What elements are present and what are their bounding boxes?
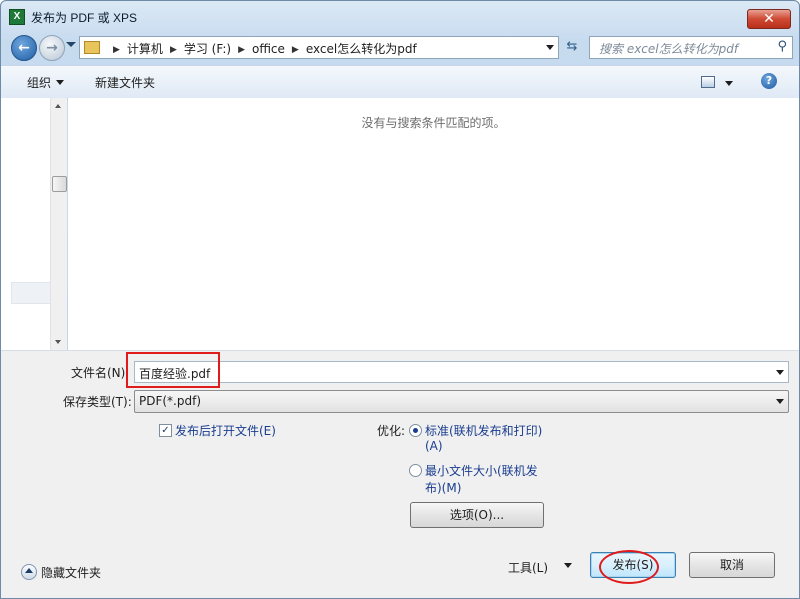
open-after-publish-checkbox[interactable]: ✓: [159, 424, 172, 437]
cancel-button[interactable]: 取消: [689, 552, 775, 578]
scroll-down-icon[interactable]: [55, 340, 61, 344]
close-button[interactable]: ✕: [747, 9, 791, 29]
refresh-icon[interactable]: ⇆: [561, 37, 583, 57]
excel-icon: X: [9, 9, 25, 25]
chevron-down-icon[interactable]: [564, 563, 572, 568]
filetype-value: PDF(*.pdf): [139, 394, 202, 408]
chevron-down-icon[interactable]: [776, 370, 784, 375]
navigation-pane-item[interactable]: [11, 282, 51, 304]
breadcrumb-item-office[interactable]: office: [252, 42, 285, 56]
hide-folders-label[interactable]: 隐藏文件夹: [41, 564, 101, 581]
back-button[interactable]: ←: [11, 35, 37, 61]
folder-icon: [84, 41, 100, 54]
breadcrumb-item-computer[interactable]: 计算机: [127, 40, 163, 57]
forward-button[interactable]: →: [39, 35, 65, 61]
optimize-standard-label-line2[interactable]: (A): [425, 439, 443, 453]
search-placeholder: 搜索 excel怎么转化为pdf: [599, 42, 739, 56]
highlight-annotation: [599, 550, 659, 584]
title-bar: X 发布为 PDF 或 XPS ✕: [1, 1, 799, 31]
scroll-up-icon[interactable]: [55, 104, 61, 108]
organize-menu[interactable]: 组织: [27, 74, 65, 91]
open-after-publish-label[interactable]: 发布后打开文件(E): [175, 422, 276, 439]
chevron-down-icon[interactable]: [776, 399, 784, 404]
search-icon[interactable]: ⚲: [777, 39, 787, 54]
empty-message: 没有与搜索条件匹配的项。: [361, 116, 506, 130]
search-input[interactable]: 搜索 excel怎么转化为pdf ⚲: [589, 36, 793, 59]
file-list[interactable]: 没有与搜索条件匹配的项。: [68, 98, 799, 350]
command-bar: 组织 新建文件夹 ?: [1, 65, 799, 99]
view-options-icon[interactable]: [701, 76, 715, 88]
optimize-minimum-radio[interactable]: [409, 464, 422, 477]
filename-field[interactable]: 百度经验.pdf: [126, 352, 789, 388]
breadcrumb-item-drive[interactable]: 学习 (F:): [184, 40, 231, 57]
breadcrumb-item-folder[interactable]: excel怎么转化为pdf: [306, 40, 417, 57]
address-dropdown-icon[interactable]: [546, 45, 554, 50]
optimize-minimum-label[interactable]: 最小文件大小(联机发: [425, 462, 538, 479]
tools-menu[interactable]: 工具(L): [508, 559, 548, 576]
help-icon[interactable]: ?: [761, 73, 777, 89]
hide-folders-icon[interactable]: [21, 564, 37, 580]
optimize-standard-label[interactable]: 标准(联机发布和打印): [425, 422, 542, 439]
new-folder-button[interactable]: 新建文件夹: [95, 74, 155, 91]
filetype-label: 保存类型(T):: [63, 395, 132, 409]
scroll-thumb[interactable]: [52, 176, 67, 192]
optimize-label: 优化:: [377, 424, 406, 438]
filename-value: 百度经验.pdf: [139, 367, 211, 381]
chevron-down-icon: [56, 80, 65, 85]
recent-locations-arrow-icon[interactable]: [66, 42, 76, 47]
options-button[interactable]: 选项(O)...: [410, 502, 544, 528]
filetype-select[interactable]: PDF(*.pdf): [134, 390, 789, 413]
breadcrumb: ▶ 计算机 ▶ 学习 (F:) ▶ office ▶ excel怎么转化为pdf: [113, 40, 417, 57]
optimize-standard-radio[interactable]: [409, 424, 422, 437]
address-bar[interactable]: ▶ 计算机 ▶ 学习 (F:) ▶ office ▶ excel怎么转化为pdf: [79, 36, 559, 59]
optimize-minimum-label-line2[interactable]: 布)(M): [425, 479, 461, 496]
filename-label: 文件名(N):: [71, 366, 130, 380]
save-options-panel: 文件名(N): 百度经验.pdf 保存类型(T): PDF(*.pdf) ✓ 发…: [1, 350, 799, 598]
navigation-scrollbar[interactable]: [50, 98, 67, 350]
view-dropdown-icon[interactable]: [725, 81, 733, 86]
publish-dialog: X 发布为 PDF 或 XPS ✕ ← → ▶ 计算机 ▶ 学习 (F:) ▶ offic…: [0, 0, 800, 599]
window-title: 发布为 PDF 或 XPS: [31, 11, 138, 25]
navigation-bar: ← → ▶ 计算机 ▶ 学习 (F:) ▶ office ▶ excel怎么转化为pdf ⇆ …: [1, 33, 799, 61]
